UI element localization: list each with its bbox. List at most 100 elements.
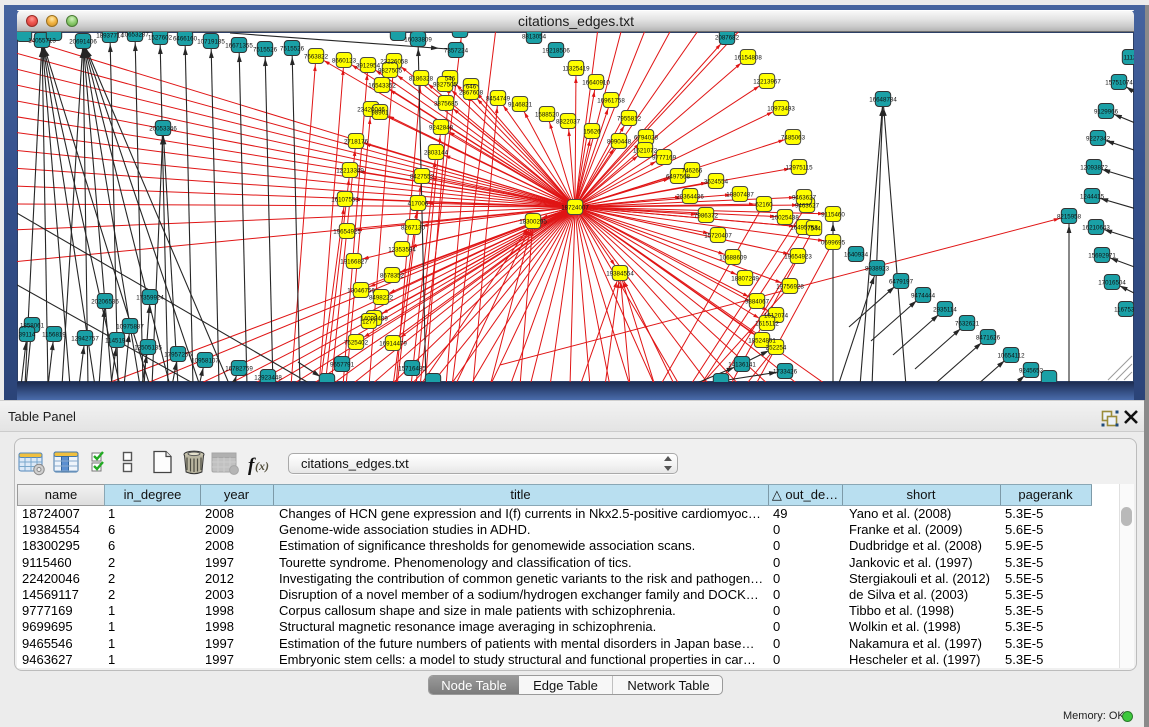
svg-text:1615112: 1615112 xyxy=(755,320,779,327)
svg-text:8813054: 8813054 xyxy=(522,33,547,40)
svg-text:20691406: 20691406 xyxy=(69,38,97,45)
svg-text:6466160: 6466160 xyxy=(173,35,198,42)
svg-text:252254: 252254 xyxy=(766,344,787,351)
svg-text:18807249: 18807249 xyxy=(731,275,759,282)
svg-text:9227342: 9227342 xyxy=(1086,135,1111,142)
svg-text:7625402: 7625402 xyxy=(344,339,369,346)
svg-text:18524851: 18524851 xyxy=(748,337,776,344)
svg-text:1156819: 1156819 xyxy=(42,331,66,338)
svg-text:1612074: 1612074 xyxy=(764,312,789,319)
svg-text:18300295: 18300295 xyxy=(519,218,547,225)
svg-text:9245652: 9245652 xyxy=(1019,367,1044,374)
svg-text:15716485: 15716485 xyxy=(398,365,426,372)
svg-text:19756928: 19756928 xyxy=(776,283,804,290)
svg-text:1277: 1277 xyxy=(362,318,376,325)
svg-text:1733426: 1733426 xyxy=(773,368,798,375)
svg-text:16914479: 16914479 xyxy=(379,340,407,347)
svg-text:9146821: 9146821 xyxy=(508,101,533,108)
svg-text:12505135: 12505135 xyxy=(134,344,162,351)
svg-text:16154808: 16154808 xyxy=(734,54,762,61)
svg-text:12093872: 12093872 xyxy=(1080,164,1108,171)
svg-text:1858061: 1858061 xyxy=(20,322,45,329)
svg-text:9463627: 9463627 xyxy=(792,194,817,201)
svg-text:8267130: 8267130 xyxy=(401,224,426,231)
svg-text:7986372: 7986372 xyxy=(694,212,719,219)
svg-text:12353594: 12353594 xyxy=(388,246,416,253)
svg-text:16210643: 16210643 xyxy=(1082,224,1110,231)
svg-text:16107553: 16107553 xyxy=(331,196,359,203)
svg-text:8990448: 8990448 xyxy=(607,138,632,145)
svg-text:7544: 7544 xyxy=(807,225,821,232)
svg-text:7485063: 7485063 xyxy=(781,134,806,141)
svg-text:8454749: 8454749 xyxy=(486,95,511,102)
svg-text:2803144: 2803144 xyxy=(424,149,449,156)
svg-text:10975887: 10975887 xyxy=(116,323,144,330)
svg-text:19654925: 19654925 xyxy=(333,228,361,235)
svg-text:14136141: 14136141 xyxy=(728,361,756,368)
svg-text:12942757: 12942757 xyxy=(71,335,99,342)
svg-text:8938923: 8938923 xyxy=(865,265,890,272)
svg-text:10719185: 10719185 xyxy=(197,38,225,45)
svg-text:0699695: 0699695 xyxy=(821,239,846,246)
svg-text:8498222: 8498222 xyxy=(369,294,394,301)
svg-text:17957255: 17957255 xyxy=(164,351,192,358)
svg-text:19654923: 19654923 xyxy=(784,253,812,260)
svg-text:16033809: 16033809 xyxy=(404,36,432,43)
svg-text:9827505: 9827505 xyxy=(378,67,403,74)
svg-text:9115460: 9115460 xyxy=(821,211,845,218)
svg-text:2087682: 2087682 xyxy=(715,34,740,41)
svg-text:12213967: 12213967 xyxy=(753,78,781,85)
svg-text:9242848: 9242848 xyxy=(429,124,454,131)
svg-text:62160: 62160 xyxy=(755,201,773,208)
svg-text:1640934: 1640934 xyxy=(844,251,869,258)
svg-text:9129966: 9129966 xyxy=(1094,108,1119,115)
svg-text:1588520: 1588520 xyxy=(535,111,560,118)
svg-text:16648784: 16648784 xyxy=(869,96,897,103)
svg-text:10688609: 10688609 xyxy=(719,254,747,261)
svg-text:10958107: 10958107 xyxy=(191,357,219,364)
svg-text:10654112: 10654112 xyxy=(997,352,1025,359)
svg-text:18937714: 18937714 xyxy=(96,32,124,39)
svg-text:10807487: 10807487 xyxy=(726,191,754,198)
svg-text:17016504: 17016504 xyxy=(1098,279,1126,286)
svg-text:8322037: 8322037 xyxy=(556,118,581,125)
svg-text:15720407: 15720407 xyxy=(704,232,732,239)
svg-text:19218506: 19218506 xyxy=(542,47,570,54)
svg-text:8471626: 8471626 xyxy=(976,334,1001,341)
svg-text:8215958: 8215958 xyxy=(1057,213,1082,220)
svg-text:10046756: 10046756 xyxy=(347,287,375,294)
svg-text:1112: 1112 xyxy=(1124,54,1134,61)
svg-text:16961758: 16961758 xyxy=(597,97,625,104)
svg-text:20364436: 20364436 xyxy=(676,193,704,200)
svg-text:9884067: 9884067 xyxy=(745,298,770,305)
svg-text:9327505: 9327505 xyxy=(433,81,458,88)
svg-text:11325419: 11325419 xyxy=(562,65,590,72)
svg-text:1244415: 1244415 xyxy=(1080,193,1105,200)
svg-text:8186328: 8186328 xyxy=(409,75,434,82)
svg-text:1145194: 1145194 xyxy=(105,337,129,344)
svg-text:6794028: 6794028 xyxy=(634,134,659,141)
svg-text:9777169: 9777169 xyxy=(652,154,677,161)
svg-text:1167534: 1167534 xyxy=(1114,306,1134,313)
svg-text:417006: 417006 xyxy=(408,200,429,207)
svg-text:20206536: 20206536 xyxy=(91,298,119,305)
svg-text:98901: 98901 xyxy=(371,109,389,116)
svg-text:12975115: 12975115 xyxy=(785,164,813,171)
svg-text:8660123: 8660123 xyxy=(332,57,357,64)
svg-text:16671355: 16671355 xyxy=(225,42,253,49)
svg-text:1621072: 1621072 xyxy=(633,147,658,154)
svg-text:9474444: 9474444 xyxy=(911,292,936,299)
svg-text:2867608: 2867608 xyxy=(459,89,484,96)
svg-text:7663822: 7663822 xyxy=(304,53,329,60)
svg-text:3875685: 3875685 xyxy=(434,100,459,107)
svg-text:16782759: 16782759 xyxy=(225,365,253,372)
svg-text:6479197: 6479197 xyxy=(889,278,914,285)
svg-text:9463627: 9463627 xyxy=(795,202,820,209)
svg-text:(x): (x) xyxy=(255,459,269,473)
svg-text:23226058: 23226058 xyxy=(380,58,408,65)
svg-text:19166827: 19166827 xyxy=(340,258,368,265)
svg-text:10653287: 10653287 xyxy=(121,32,149,38)
svg-text:14055713: 14055713 xyxy=(28,37,56,44)
svg-text:17359924: 17359924 xyxy=(136,294,164,301)
svg-text:39114: 39114 xyxy=(19,331,36,338)
